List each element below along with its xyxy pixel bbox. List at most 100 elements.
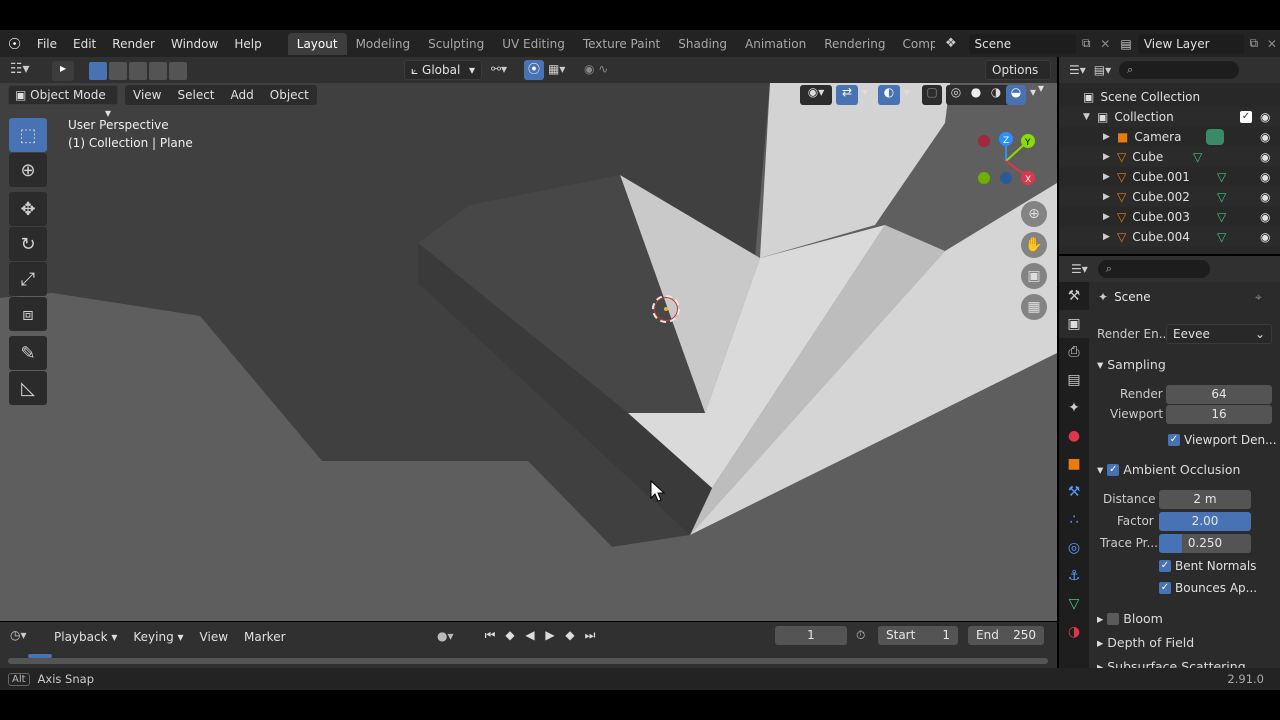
timeline-editor-type-icon[interactable]: ◷▾	[10, 628, 27, 642]
world-tab-icon[interactable]: ●	[1059, 422, 1089, 450]
select-box-tool-icon[interactable]: ⬚	[9, 118, 47, 152]
tool-tab-icon[interactable]: ⚒	[1059, 282, 1089, 310]
timeline-menu-keying[interactable]: Keying ▾	[125, 626, 191, 648]
shading-dropdown-icon[interactable]: ▾	[1030, 85, 1044, 105]
view-layer-icon[interactable]: ▤	[1114, 37, 1138, 51]
object-mode-dropdown[interactable]: ▣ Object Mode ▾	[8, 85, 118, 120]
menu-window[interactable]: Window	[163, 33, 226, 55]
outliner-editor-icon[interactable]: ☰▾	[1069, 63, 1086, 77]
outliner-collection[interactable]: ▼ ▣ Collection ✓ ◉	[1059, 107, 1280, 127]
expand-arrow-icon[interactable]: ▼	[1083, 112, 1097, 122]
end-frame-field[interactable]: End 250	[968, 626, 1044, 645]
workspace-tab-modeling[interactable]: Modeling	[347, 33, 420, 55]
menu-render[interactable]: Render	[104, 33, 163, 55]
ao-enable-checkbox[interactable]: ✓	[1107, 463, 1120, 476]
render-tab-icon[interactable]: ▣	[1059, 310, 1089, 338]
move-tool-icon[interactable]: ✥	[9, 192, 47, 226]
mesh-data-tab-icon[interactable]: ▽	[1059, 590, 1089, 618]
prev-keyframe-icon[interactable]: ◆	[502, 628, 518, 643]
view-layer-field[interactable]: View Layer	[1137, 33, 1244, 54]
object-tab-icon[interactable]: ■	[1059, 450, 1089, 478]
expand-arrow-icon[interactable]: ▶	[1103, 172, 1117, 182]
select-invert-icon[interactable]	[149, 62, 167, 80]
expand-arrow-icon[interactable]: ▶	[1103, 192, 1117, 202]
camera-view-icon[interactable]: ▣	[1021, 263, 1047, 289]
jump-start-icon[interactable]: ⏮	[482, 628, 498, 643]
gizmo-dropdown-icon[interactable]: ▾	[862, 85, 874, 105]
viewport-menu-select[interactable]: Select	[169, 84, 222, 106]
pin-icon[interactable]: ⌖	[1255, 290, 1262, 305]
workspace-tab-sculpting[interactable]: Sculpting	[419, 33, 493, 55]
3d-cursor-icon[interactable]	[652, 295, 680, 323]
next-keyframe-icon[interactable]: ◆	[562, 628, 578, 643]
new-scene-icon[interactable]: ⧉	[1076, 36, 1096, 51]
viewport-samples-field[interactable]: 16	[1166, 405, 1272, 424]
material-tab-icon[interactable]: ◑	[1059, 618, 1089, 646]
transform-orientation-dropdown[interactable]: ⟀ Global ▾	[404, 60, 482, 80]
visibility-eye-icon[interactable]: ◉	[1260, 230, 1270, 244]
rotate-tool-icon[interactable]: ↻	[9, 227, 47, 261]
properties-search-input[interactable]: ⌕	[1097, 260, 1210, 278]
current-frame-field[interactable]: 1	[775, 626, 847, 645]
navigation-gizmo[interactable]: Z Y X	[972, 131, 1044, 191]
overlay-toggle-icon[interactable]: ◐	[878, 85, 900, 105]
delete-view-layer-icon[interactable]: ✕	[1264, 37, 1280, 51]
visibility-eye-icon[interactable]: ◉	[1260, 150, 1270, 164]
stopwatch-icon[interactable]: ⏱	[856, 628, 865, 643]
visibility-eye-icon[interactable]: ◉	[1260, 190, 1270, 204]
select-subtract-icon[interactable]	[129, 62, 147, 80]
delete-scene-icon[interactable]: ✕	[1096, 37, 1114, 51]
select-intersect-icon[interactable]	[169, 62, 187, 80]
gizmo-toggle-icon[interactable]: ⇄	[836, 85, 858, 105]
new-view-layer-icon[interactable]: ⧉	[1244, 36, 1264, 51]
scale-tool-icon[interactable]: ⤢	[9, 262, 47, 296]
outliner-item-camera[interactable]: ▶ ■ Camera ◉	[1059, 127, 1280, 147]
expand-arrow-icon[interactable]: ▶	[1103, 232, 1117, 242]
workspace-tab-layout[interactable]: Layout	[287, 32, 347, 55]
select-new-icon[interactable]	[89, 62, 107, 80]
render-samples-field[interactable]: 64	[1166, 385, 1272, 404]
expand-arrow-icon[interactable]: ▶	[1103, 132, 1117, 142]
bounces-approx-checkbox[interactable]: ✓ Bounces Ap...	[1159, 581, 1257, 595]
outliner-search-input[interactable]: ⌕	[1119, 61, 1240, 79]
playhead-marker[interactable]	[28, 654, 52, 658]
bloom-panel-header[interactable]: ▸ Bloom	[1097, 611, 1163, 626]
outliner-item-cube-004[interactable]: ▶ ▽ Cube.004 ▽ ◉	[1059, 227, 1280, 247]
physics-tab-icon[interactable]: ◎	[1059, 534, 1089, 562]
3d-viewport[interactable]: User Perspective (1) Collection | Plane …	[0, 83, 1057, 621]
ao-trace-precision-slider[interactable]: 0.250	[1159, 534, 1251, 553]
display-mode-icon[interactable]: ▤▾	[1094, 63, 1111, 77]
timeline-menu-view[interactable]: View	[192, 626, 236, 648]
cursor-tool-icon[interactable]: ⊕	[9, 153, 47, 187]
timeline-scrollbar[interactable]	[8, 658, 1048, 664]
outliner-scene-collection[interactable]: ▣ Scene Collection	[1059, 87, 1280, 107]
scene-selector-icon[interactable]: ❖	[945, 36, 969, 51]
workspace-tab-uv-editing[interactable]: UV Editing	[493, 33, 574, 55]
menu-file[interactable]: File	[29, 33, 65, 55]
transform-tool-icon[interactable]: ⧈	[9, 297, 47, 331]
xray-toggle-icon[interactable]: ▢	[922, 85, 942, 105]
solid-shading-icon[interactable]: ●	[966, 85, 986, 105]
rendered-shading-icon[interactable]: ◒	[1006, 85, 1026, 105]
select-tool-mode-icon[interactable]: ▸	[52, 61, 74, 81]
collection-checkbox-icon[interactable]: ✓	[1240, 111, 1252, 123]
bent-normals-checkbox[interactable]: ✓ Bent Normals	[1159, 559, 1256, 573]
workspace-tab-shading[interactable]: Shading	[669, 33, 736, 55]
viewport-menu-object[interactable]: Object	[262, 84, 317, 106]
output-tab-icon[interactable]: ⎙	[1059, 338, 1089, 366]
start-frame-field[interactable]: Start 1	[878, 626, 958, 645]
outliner-item-cube-001[interactable]: ▶ ▽ Cube.001 ▽ ◉	[1059, 167, 1280, 187]
expand-arrow-icon[interactable]: ▶	[1103, 212, 1117, 222]
ao-factor-slider[interactable]: 2.00	[1159, 512, 1251, 531]
zoom-icon[interactable]: ⊕	[1021, 201, 1047, 227]
ortho-grid-icon[interactable]: ▦	[1021, 294, 1047, 320]
workspace-tab-texture-paint[interactable]: Texture Paint	[574, 33, 669, 55]
outliner-item-cube-003[interactable]: ▶ ▽ Cube.003 ▽ ◉	[1059, 207, 1280, 227]
proportional-edit-icon[interactable]: ◉ ∿	[584, 62, 608, 76]
material-shading-icon[interactable]: ◑	[986, 85, 1006, 105]
measure-tool-icon[interactable]: ◺	[9, 371, 47, 405]
constraints-tab-icon[interactable]: ⚓	[1059, 562, 1089, 590]
snap-target-icon[interactable]: ▦▾	[548, 62, 565, 76]
sampling-panel-header[interactable]: ▾ Sampling	[1097, 357, 1166, 372]
menu-edit[interactable]: Edit	[65, 33, 104, 55]
